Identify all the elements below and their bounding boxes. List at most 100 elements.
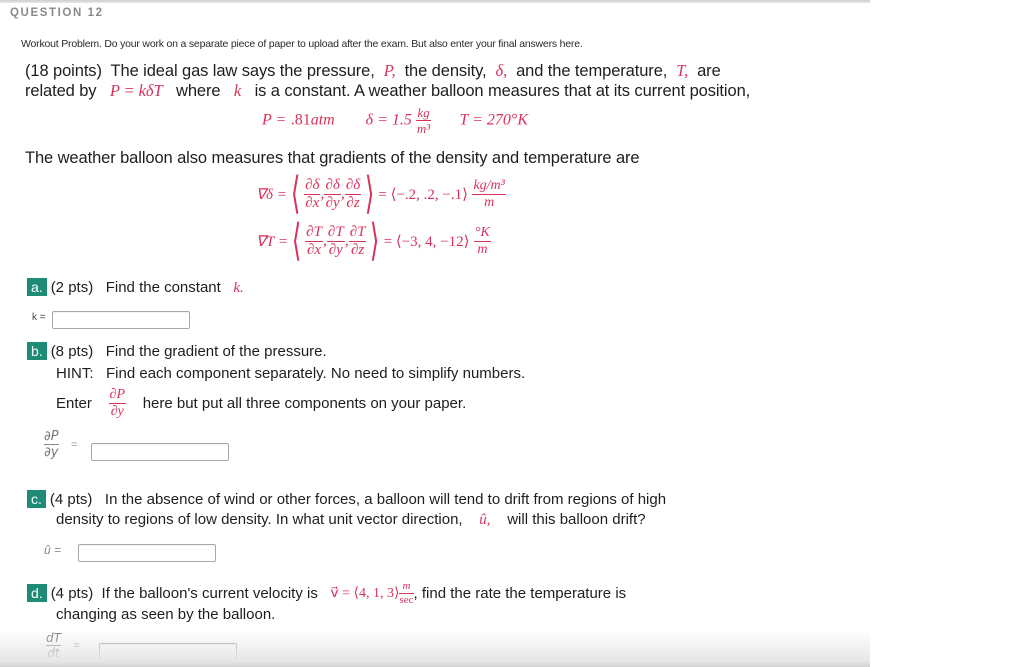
frac-den: dt [47, 646, 60, 660]
frac-den: ∂y [110, 403, 124, 419]
part-b-points: (8 pts) [50, 343, 94, 360]
u-hat-answer-input[interactable] [78, 544, 216, 562]
symbol-k: k [233, 81, 242, 100]
unit-denominator: sec [399, 593, 414, 606]
unit-denominator: m [477, 241, 488, 257]
part-b-enter: Enter ∂P ∂y here but put all three compo… [56, 385, 466, 421]
frac-num: ∂P [44, 429, 59, 445]
part-b-hint: HINT: Find each component separately. No… [56, 365, 525, 382]
symbol-u-hat: û, [479, 512, 491, 528]
measurements: P = .81atm δ = 1.5 kg m³ T = 270°K [262, 106, 528, 135]
equals-sign: = [73, 639, 80, 652]
intro-text: the density, [404, 62, 487, 80]
pressure-unit: atm [310, 111, 335, 129]
symbol-k: k. [233, 280, 244, 296]
velocity-unit: m sec [399, 580, 414, 606]
left-angle-bracket: ⟨ [291, 216, 302, 265]
density-gradient-lhs: ∇δ = [256, 186, 287, 203]
top-bar [0, 0, 870, 3]
partial-num: ∂T [305, 223, 323, 242]
part-a-text: Find the constant [105, 279, 221, 296]
density-gradient-unit: kg/m³ m [472, 177, 506, 210]
partial-delta-y: ∂δ ∂y [324, 177, 341, 211]
part-c-text: will this balloon drift? [507, 511, 646, 528]
partial-delta-z: ∂δ ∂z [344, 176, 362, 211]
unit-denominator: m [484, 194, 495, 210]
partial-num: ∂δ [344, 176, 362, 195]
question-title: QUESTION 12 [10, 7, 104, 19]
part-d-prompt-line-1: d. (4 pts) If the balloon's current veloc… [27, 580, 626, 606]
part-b-text: Find the gradient of the pressure. [105, 343, 327, 360]
hint-text: Find each component separately. No need … [106, 365, 526, 382]
partial-den: ∂x [305, 194, 320, 211]
partial-T-y: ∂T ∂y [326, 223, 345, 258]
part-a-prompt: a. (2 pts) Find the constant k. [27, 278, 244, 297]
dT-dt-answer-label: dT dt = [46, 632, 80, 659]
pressure-value: .81 [290, 111, 311, 129]
hint-label: HINT: [56, 365, 94, 382]
part-b-badge: b. [27, 342, 47, 360]
unit-numerator: kg [416, 105, 431, 121]
partial-num: ∂T [348, 223, 367, 242]
part-c-prompt-line-1: c. (4 pts) In the absence of wind or othe… [27, 490, 666, 508]
partial-num: ∂δ [304, 176, 321, 195]
left-angle-bracket: ⟨ [290, 169, 301, 218]
symbol-delta: δ, [495, 61, 508, 80]
partial-T-x: ∂T ∂x [305, 223, 323, 258]
density-unit: kg m³ [416, 105, 431, 136]
symbol-P: P, [383, 61, 396, 80]
dP-dy-answer-input[interactable] [91, 443, 229, 461]
partial-T-z: ∂T ∂z [348, 223, 367, 258]
part-c-text: density to regions of low density. In wh… [56, 511, 463, 528]
density-gradient-value: = ⟨−.2, .2, −.1⟩ [378, 186, 468, 203]
k-answer-label: k = [32, 312, 46, 323]
part-c-prompt-line-2: density to regions of low density. In wh… [56, 511, 646, 529]
gradients-intro: The weather balloon also measures that g… [25, 149, 640, 167]
part-c-badge: c. [27, 490, 46, 508]
part-b-prompt: b. (8 pts) Find the gradient of the press… [27, 342, 327, 360]
intro-text: related by [25, 82, 97, 100]
part-d-text: , find the rate the temperature is [413, 584, 627, 602]
part-a-points: (2 pts) [50, 279, 94, 296]
part-d-prompt-line-2: changing as seen by the balloon. [56, 606, 276, 623]
part-c-text: In the absence of wind or other forces, … [104, 491, 667, 508]
dP-dy-label-fraction: ∂P ∂y [44, 430, 59, 459]
unit-numerator: °K [473, 224, 491, 242]
density-gradient: ∇δ = ⟨ ∂δ ∂x , ∂δ ∂y , ∂δ ∂z ⟩ = ⟨−.2, .… [256, 169, 506, 218]
velocity-vector: v⃗ = ⟨4, 1, 3⟩ [330, 585, 400, 601]
pressure-label: P = [262, 111, 287, 129]
enter-tail: here but put all three components on you… [142, 394, 467, 412]
temperature-gradient-unit: °K m [473, 224, 491, 257]
intro-text: is a constant. A weather balloon measure… [254, 82, 751, 100]
k-answer-input[interactable] [52, 311, 190, 329]
frac-num: ∂P [108, 386, 127, 404]
partial-den: ∂z [350, 241, 365, 258]
dP-dy-fraction: ∂P ∂y [108, 386, 127, 419]
partial-den: ∂y [325, 194, 340, 211]
equals-sign: = [71, 438, 78, 451]
dT-dt-answer-input[interactable] [99, 643, 237, 661]
partial-den: ∂z [346, 194, 360, 211]
part-d-text: If the balloon's current velocity is [101, 584, 318, 602]
enter-label: Enter [56, 394, 92, 412]
intro-text: The ideal gas law says the pressure, [110, 62, 375, 80]
part-c-points: (4 pts) [49, 491, 93, 508]
unit-numerator: kg/m³ [472, 177, 506, 195]
intro-text: and the temperature, [516, 62, 668, 80]
symbol-T: T, [676, 61, 689, 80]
partial-delta-x: ∂δ ∂x [304, 176, 321, 211]
partial-num: ∂T [326, 223, 345, 242]
intro-text: are [697, 62, 721, 80]
unit-denominator: m³ [416, 121, 431, 136]
partial-den: ∂x [307, 241, 322, 258]
part-a-badge: a. [27, 278, 47, 296]
part-d-points: (4 pts) [50, 584, 94, 602]
temperature-gradient: ∇T = ⟨ ∂T ∂x , ∂T ∂y , ∂T ∂z ⟩ = ⟨−3, 4,… [256, 216, 491, 265]
unit-numerator: m [399, 580, 414, 594]
frac-den: ∂y [44, 445, 59, 460]
intro-line-1: (18 points) The ideal gas law says the p… [25, 61, 721, 81]
ideal-gas-law: P = kδT [109, 81, 163, 100]
density-value: δ = 1.5 [365, 111, 412, 129]
u-hat-answer-label: û = [44, 543, 62, 557]
temperature-gradient-value: = ⟨−3, 4, −12⟩ [383, 233, 470, 250]
